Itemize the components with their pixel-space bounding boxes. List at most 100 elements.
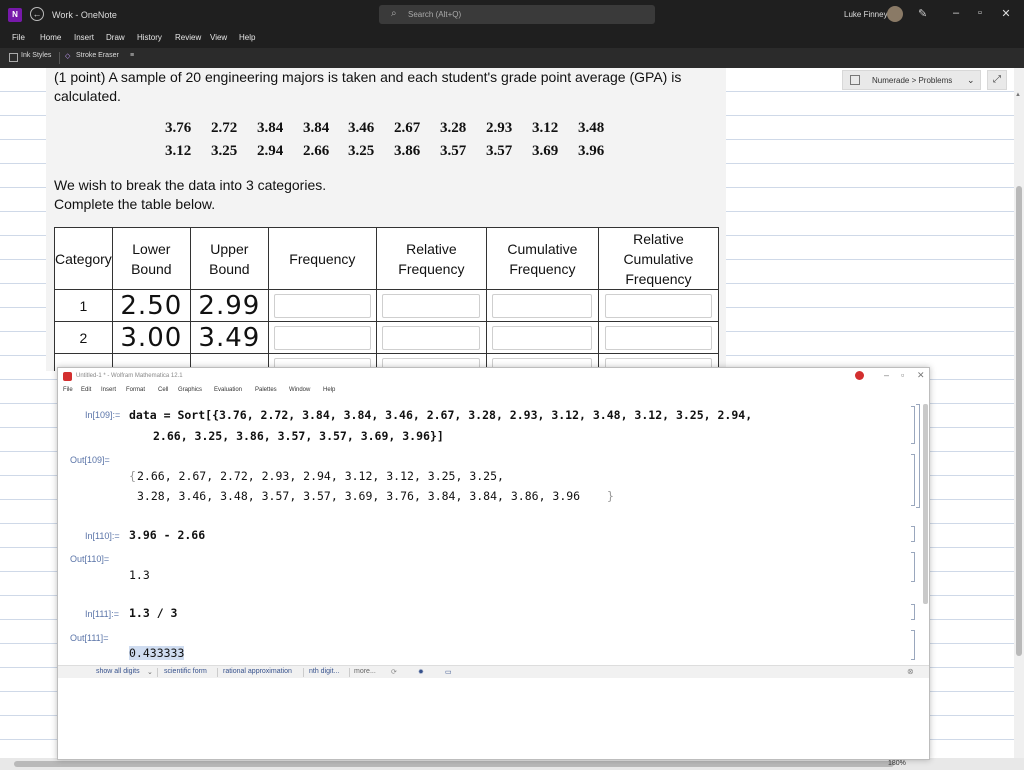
data-value: 3.57 [440, 143, 467, 159]
data-value: 2.94 [257, 143, 284, 159]
frequency-cell [267, 321, 377, 354]
expand-icon[interactable]: ⤢ [987, 70, 1007, 90]
scroll-up-icon[interactable]: ▲ [1015, 92, 1021, 98]
menu-review[interactable]: Review [175, 33, 201, 42]
output-label: Out[109]= [70, 455, 110, 465]
mma-menu-evaluation[interactable]: Evaluation [214, 387, 242, 393]
mathematica-title-bar: Untitled-1 * - Wolfram Mathematica 12.1 … [58, 368, 929, 384]
header-lower-bound: Lower Bound [111, 227, 191, 290]
close-suggestions-icon[interactable]: ⊗ [907, 667, 914, 676]
output-text[interactable]: 3.28, 3.46, 3.48, 3.57, 3.57, 3.69, 3.76… [137, 489, 580, 503]
handwritten-lower: 2.50 [120, 290, 183, 321]
ink-styles-button[interactable]: Ink Styles [21, 52, 51, 59]
frequency-input[interactable] [274, 293, 371, 318]
user-name[interactable]: Luke Finney [844, 10, 888, 19]
mma-menu-insert[interactable]: Insert [101, 387, 116, 393]
maximize-icon[interactable]: ▫ [901, 370, 904, 380]
menu-history[interactable]: History [137, 33, 162, 42]
menu-view[interactable]: View [210, 33, 227, 42]
recording-icon[interactable] [855, 371, 864, 380]
vertical-scrollbar[interactable]: ▲ [1014, 68, 1024, 758]
scrollbar-thumb[interactable] [1016, 186, 1022, 656]
cell-bracket[interactable] [911, 604, 915, 620]
eraser-icon: ◇ [65, 53, 71, 60]
close-icon[interactable]: ✕ [917, 370, 925, 381]
cell-bracket[interactable] [911, 526, 915, 542]
scientific-form-button[interactable]: scientific form [164, 668, 207, 675]
mma-menu-edit[interactable]: Edit [81, 387, 91, 393]
upper-bound-cell: 3.49 [189, 321, 269, 354]
selected-output-text[interactable]: 0.433333 [129, 646, 185, 660]
user-avatar[interactable] [887, 6, 903, 22]
frequency-input[interactable] [274, 325, 371, 350]
handwritten-lower: 3.00 [120, 322, 183, 353]
minimize-icon[interactable]: – [948, 7, 964, 19]
chevron-down-icon: ⌄ [967, 75, 975, 85]
header-cumulative-frequency: Cumulative Frequency [485, 227, 599, 290]
show-all-digits-button[interactable]: show all digits [96, 668, 140, 675]
stroke-eraser-button[interactable]: Stroke Eraser [76, 52, 119, 59]
mma-menu-graphics[interactable]: Graphics [178, 387, 202, 393]
input-code[interactable]: 2.66, 3.25, 3.86, 3.57, 3.57, 3.69, 3.96… [153, 429, 444, 443]
rational-approximation-button[interactable]: rational approximation [223, 668, 292, 675]
input-code[interactable]: 1.3 / 3 [129, 606, 177, 620]
menu-help[interactable]: Help [239, 33, 255, 42]
mma-menu-format[interactable]: Format [126, 387, 145, 393]
mma-menu-window[interactable]: Window [289, 387, 310, 393]
notebook-scrollbar-thumb[interactable] [923, 404, 928, 604]
relative-frequency-cell [375, 289, 487, 322]
relative-frequency-input[interactable] [382, 325, 481, 350]
menu-home[interactable]: Home [40, 33, 61, 42]
data-value: 3.12 [532, 120, 559, 136]
cumulative-frequency-input[interactable] [492, 293, 593, 318]
cell-bracket[interactable] [911, 552, 915, 582]
maximize-icon[interactable]: ▫ [972, 7, 988, 19]
pen-icon[interactable]: ✎ [918, 7, 927, 20]
cell-bracket[interactable] [911, 454, 915, 506]
mma-menu-palettes[interactable]: Palettes [255, 387, 277, 393]
relative-cumulative-input[interactable] [604, 293, 713, 318]
close-icon[interactable]: ✕ [998, 7, 1014, 20]
overflow-menu-icon[interactable]: ≡ [130, 52, 134, 59]
mma-menu-file[interactable]: File [63, 387, 73, 393]
suggestions-bar: show all digits ⌄ scientific form ration… [58, 665, 929, 678]
gear-icon[interactable]: ✹ [418, 668, 424, 676]
search-box[interactable]: ⌕ Search (Alt+Q) [379, 5, 655, 24]
mathematica-logo-icon [63, 372, 72, 381]
group-bracket[interactable] [916, 404, 920, 508]
cell-bracket[interactable] [911, 630, 915, 660]
cumulative-frequency-cell [485, 321, 599, 354]
data-value: 2.72 [211, 120, 238, 136]
menu-file[interactable]: File [12, 33, 25, 42]
mma-menu-help[interactable]: Help [323, 387, 335, 393]
relative-cumulative-input[interactable] [604, 325, 713, 350]
dropdown-icon[interactable]: ⌄ [147, 668, 153, 676]
numerade-label: Numerade > Problems [872, 76, 953, 85]
refresh-icon[interactable]: ⟳ [391, 668, 397, 676]
relative-frequency-input[interactable] [382, 293, 481, 318]
problem-image: (1 point) A sample of 20 engineering maj… [46, 68, 726, 371]
comment-icon[interactable]: ▭ [445, 668, 452, 676]
title-bar: N ← Work - OneNote ⌕ Search (Alt+Q) Luke… [0, 0, 1024, 30]
nth-digit-button[interactable]: nth digit... [309, 668, 339, 675]
mathematica-window[interactable]: Untitled-1 * - Wolfram Mathematica 12.1 … [57, 367, 930, 760]
input-code[interactable]: 3.96 - 2.66 [129, 528, 205, 542]
minimize-icon[interactable]: – [884, 370, 889, 380]
numerade-breadcrumb[interactable]: Numerade > Problems ⌄ [842, 70, 981, 90]
data-value: 3.57 [486, 143, 513, 159]
lower-bound-cell: 2.50 [111, 289, 191, 322]
checkbox-icon[interactable] [9, 53, 18, 62]
data-value: 3.76 [165, 120, 192, 136]
horizontal-scrollbar-thumb[interactable] [14, 761, 894, 767]
more-button[interactable]: more... [354, 668, 376, 675]
back-arrow-icon[interactable]: ← [30, 7, 44, 21]
input-code[interactable]: data = Sort[{3.76, 2.72, 3.84, 3.84, 3.4… [129, 408, 752, 422]
zoom-level[interactable]: 180% [888, 760, 906, 767]
cumulative-frequency-input[interactable] [492, 325, 593, 350]
output-text[interactable]: 2.66, 2.67, 2.72, 2.93, 2.94, 3.12, 3.12… [137, 469, 504, 483]
menu-draw[interactable]: Draw [106, 33, 125, 42]
menu-insert[interactable]: Insert [74, 33, 94, 42]
mma-menu-cell[interactable]: Cell [158, 387, 168, 393]
cell-bracket[interactable] [911, 406, 915, 444]
output-text[interactable]: 1.3 [129, 568, 150, 582]
